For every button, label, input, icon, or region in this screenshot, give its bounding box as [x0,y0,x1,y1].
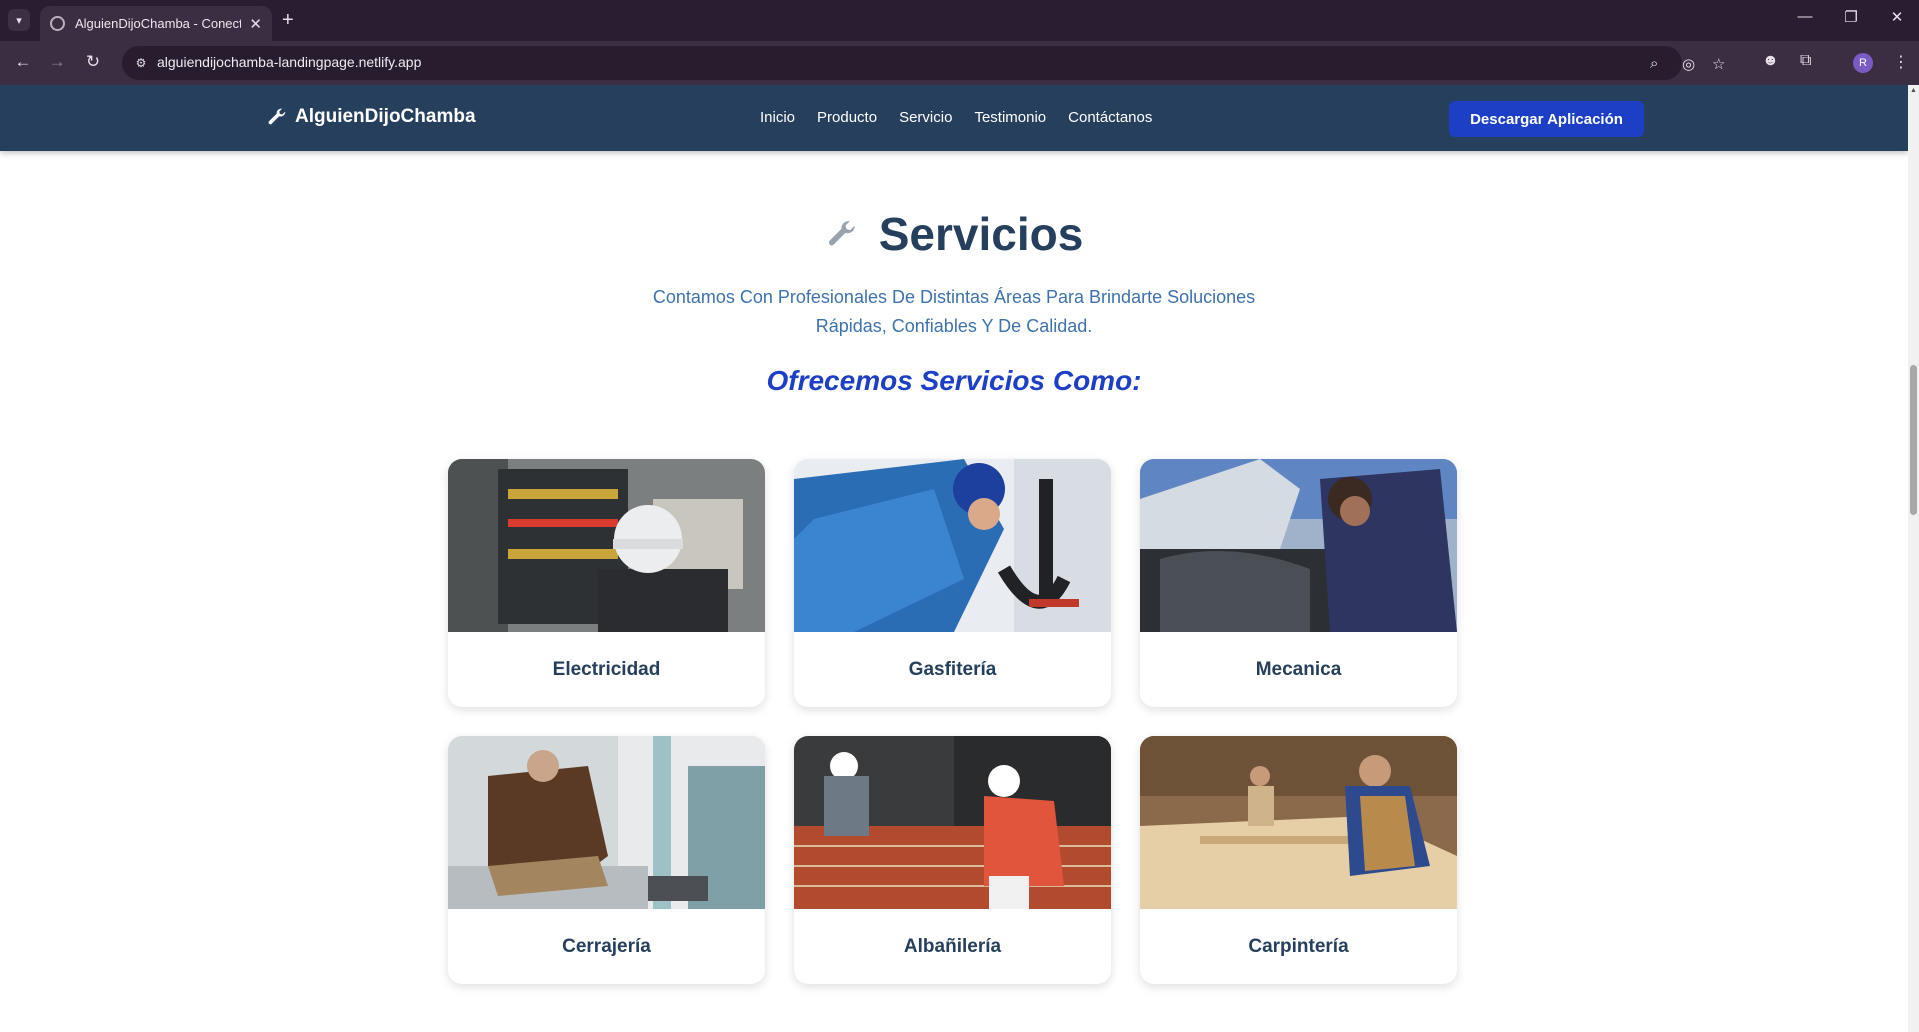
forward-arrow-icon[interactable]: → [46,52,68,72]
site-info-icon[interactable]: ⚙ [132,54,150,72]
url-text[interactable]: alguiendijochamba-landingpage.netlify.ap… [157,54,421,70]
nav-link-testimonio[interactable]: Testimonio [974,109,1046,126]
brand-name: AlguienDijoChamba [295,106,476,127]
page-scrollbar[interactable]: ▲ [1908,85,1919,1032]
scrollbar-thumb[interactable] [1910,365,1917,515]
close-window-icon[interactable]: ✕ [1882,8,1912,26]
close-tab-icon[interactable]: ✕ [249,15,262,33]
restore-icon[interactable]: ❐ [1836,8,1866,26]
zoom-icon[interactable]: ⌕ [1650,55,1658,72]
profile-avatar[interactable]: R [1853,53,1873,73]
address-bar-row: ← → ↻ ⚙ alguiendijochamba-landingpage.ne… [0,41,1919,85]
tab-title: AlguienDijoChamba - Conectan [75,16,242,31]
service-label: Carpintería [1248,935,1349,957]
service-card-cerrajeria[interactable]: Cerrajería [448,736,765,984]
services-heading: Servicios [0,207,1908,261]
service-card-mecanica[interactable]: Mecanica [1140,459,1457,707]
brand-logo[interactable]: AlguienDijoChamba [266,106,476,128]
service-card-carpinteria[interactable]: Carpintería [1140,736,1457,984]
back-arrow-icon[interactable]: ← [12,52,34,72]
carpenter-photo [1140,736,1457,909]
service-label: Gasfitería [908,658,997,680]
subtitle-line-1: Contamos Con Profesionales De Distintas … [652,287,1256,307]
nav-link-inicio[interactable]: Inicio [760,109,795,126]
extensions-puzzle-icon[interactable]: ⧉ [1800,52,1811,70]
mechanic-photo [1140,459,1457,632]
electrician-photo [448,459,765,632]
tab-search-button[interactable]: ▾ [8,9,30,31]
service-label: Cerrajería [562,935,651,957]
wrench-icon [268,108,286,125]
browser-menu-icon[interactable]: ⋮ [1893,52,1909,72]
omnibox[interactable]: ⚙ alguiendijochamba-landingpage.netlify.… [122,46,1725,80]
browser-tab-strip: ▾ AlguienDijoChamba - Conectan ✕ + — ❐ ✕ [0,0,1919,41]
new-tab-button[interactable]: + [282,9,294,31]
main-menu: Inicio Producto Servicio Testimonio Cont… [760,109,1152,126]
service-label: Albañilería [903,935,1002,957]
page-viewport: AlguienDijoChamba Inicio Producto Servic… [0,85,1908,1032]
service-label: Mecanica [1255,658,1342,680]
reload-icon[interactable]: ↻ [82,52,104,72]
service-card-electricidad[interactable]: Electricidad [448,459,765,707]
locksmith-photo [448,736,765,909]
wrench-icon [828,221,855,246]
subtitle-line-2: Rápidas, Confiables Y De Calidad. [815,316,1093,336]
bricklayer-photo [794,736,1111,909]
scroll-up-icon[interactable]: ▲ [1909,87,1918,94]
globe-icon [50,16,65,31]
offer-heading: Ofrecemos Servicios Como: [766,365,1142,396]
services-subtitle: Contamos Con Profesionales De Distintas … [600,283,1308,341]
site-navbar: AlguienDijoChamba Inicio Producto Servic… [0,85,1908,151]
nav-link-servicio[interactable]: Servicio [899,109,952,126]
extension-avatar-icon[interactable]: ☻ [1762,52,1779,70]
browser-tab-active[interactable]: AlguienDijoChamba - Conectan ✕ [40,6,272,41]
eye-off-icon[interactable]: ◎ [1682,55,1695,73]
bookmark-star-icon[interactable]: ☆ [1712,55,1725,73]
service-label: Electricidad [552,658,661,680]
minimize-icon[interactable]: — [1790,8,1820,25]
service-card-albanileria[interactable]: Albañilería [794,736,1111,984]
nav-link-producto[interactable]: Producto [817,109,877,126]
plumber-photo [794,459,1111,632]
service-card-gasfiteria[interactable]: Gasfitería [794,459,1111,707]
nav-link-contactanos[interactable]: Contáctanos [1068,109,1152,126]
page-title: Servicios [878,208,1084,260]
download-app-button[interactable]: Descargar Aplicación [1449,101,1644,137]
